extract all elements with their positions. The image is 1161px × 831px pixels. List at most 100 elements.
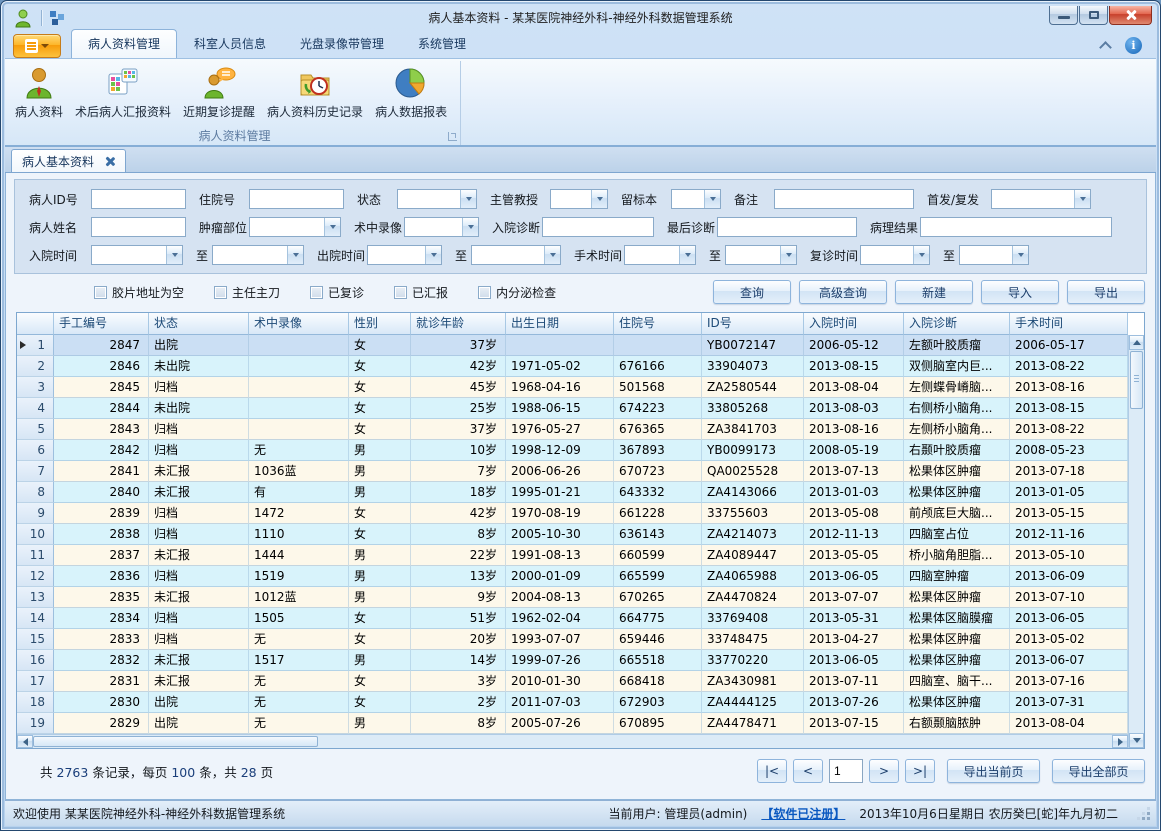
checkbox-chief-surgeon[interactable]: 主任主刀 <box>214 284 280 301</box>
table-row[interactable]: 182830出院无女2岁2011-07-03672903ZA4444125201… <box>17 692 1128 713</box>
next-page-button[interactable]: > <box>869 759 899 783</box>
row-number-cell[interactable]: 6 <box>17 440 54 461</box>
table-row[interactable]: 92839归档1472女42岁1970-08-19661228337556032… <box>17 503 1128 524</box>
table-row[interactable]: 12847出院女37岁YB00721472006-05-12左额叶胶质瘤2006… <box>17 335 1128 356</box>
row-number-cell[interactable]: 16 <box>17 650 54 671</box>
remark-input[interactable] <box>774 189 914 209</box>
patient-report-button[interactable]: 病人数据报表 <box>369 64 453 122</box>
column-header-admit-time[interactable]: 入院时间 <box>804 313 904 335</box>
row-number-cell[interactable]: 11 <box>17 545 54 566</box>
table-row[interactable]: 162832未汇报1517男14岁1999-07-266655183377022… <box>17 650 1128 671</box>
prev-page-button[interactable]: < <box>793 759 823 783</box>
horizontal-scrollbar[interactable] <box>17 734 1128 748</box>
column-header-id[interactable]: ID号 <box>702 313 804 335</box>
revisit-reminder-button[interactable]: 近期复诊提醒 <box>177 64 261 122</box>
admission-no-input[interactable] <box>249 189 344 209</box>
resize-grip-icon[interactable] <box>1138 808 1150 820</box>
row-number-cell[interactable]: 15 <box>17 629 54 650</box>
patient-name-input[interactable] <box>91 217 186 237</box>
patient-id-input[interactable] <box>91 189 186 209</box>
column-header-admit-diagnosis[interactable]: 入院诊断 <box>904 313 1010 335</box>
close-tab-icon[interactable] <box>104 156 115 167</box>
table-row[interactable]: 32845归档女45岁1968-04-16501568ZA25805442013… <box>17 377 1128 398</box>
surgery-time-to-combo[interactable] <box>725 245 797 265</box>
collapse-ribbon-icon[interactable] <box>1101 43 1111 49</box>
document-tab-patient-basic-info[interactable]: 病人基本资料 <box>11 149 126 172</box>
column-header-status[interactable]: 状态 <box>149 313 249 335</box>
postop-report-button[interactable]: 术后病人汇报资料 <box>69 64 177 122</box>
row-number-cell[interactable]: 5 <box>17 419 54 440</box>
row-number-cell[interactable]: 8 <box>17 482 54 503</box>
table-row[interactable]: 82840未汇报有男18岁1995-01-21643332ZA414306620… <box>17 482 1128 503</box>
row-number-cell[interactable]: 12 <box>17 566 54 587</box>
scroll-left-icon[interactable] <box>17 735 33 748</box>
row-number-cell[interactable]: 7 <box>17 461 54 482</box>
new-button[interactable]: 新建 <box>895 280 973 304</box>
table-row[interactable]: 192829出院无男8岁2005-07-26670895ZA4478471201… <box>17 713 1128 734</box>
table-row[interactable]: 132835未汇报1012蓝男9岁2004-08-13670265ZA44708… <box>17 587 1128 608</box>
license-status-link[interactable]: 【软件已注册】 <box>761 805 845 822</box>
info-icon[interactable]: i <box>1125 37 1142 54</box>
table-row[interactable]: 112837未汇报1444男22岁1991-08-13660599ZA40894… <box>17 545 1128 566</box>
table-row[interactable]: 142834归档1505女51岁1962-02-0466477533769408… <box>17 608 1128 629</box>
ribbon-tab-staff-info[interactable]: 科室人员信息 <box>177 29 283 58</box>
vertical-scrollbar[interactable] <box>1128 335 1144 748</box>
professor-combo[interactable] <box>550 189 608 209</box>
import-button[interactable]: 导入 <box>981 280 1059 304</box>
pathology-input[interactable] <box>920 217 1112 237</box>
row-number-cell[interactable]: 10 <box>17 524 54 545</box>
table-row[interactable]: 102838归档1110女8岁2005-10-30636143ZA4214073… <box>17 524 1128 545</box>
table-row[interactable]: 72841未汇报1036蓝男7岁2006-06-26670723QA002552… <box>17 461 1128 482</box>
column-header-age[interactable]: 就诊年龄 <box>411 313 506 335</box>
close-button[interactable] <box>1109 6 1152 25</box>
row-number-cell[interactable]: 13 <box>17 587 54 608</box>
page-input[interactable] <box>829 759 863 783</box>
revisit-time-to-combo[interactable] <box>959 245 1029 265</box>
query-button[interactable]: 查询 <box>713 280 791 304</box>
status-combo[interactable] <box>397 189 477 209</box>
column-header-indicator[interactable] <box>17 313 54 335</box>
discharge-time-from-combo[interactable] <box>367 245 442 265</box>
table-row[interactable]: 152833归档无女20岁1993-07-0765944633748475201… <box>17 629 1128 650</box>
first-recur-combo[interactable] <box>991 189 1091 209</box>
row-number-cell[interactable]: 4 <box>17 398 54 419</box>
patient-data-button[interactable]: 病人资料 <box>9 64 69 122</box>
export-current-page-button[interactable]: 导出当前页 <box>947 759 1040 783</box>
checkbox-film-address-empty[interactable]: 胶片地址为空 <box>94 284 184 301</box>
discharge-time-to-combo[interactable] <box>471 245 561 265</box>
horizontal-scroll-thumb[interactable] <box>33 736 318 747</box>
scroll-up-icon[interactable] <box>1129 335 1144 350</box>
scroll-down-icon[interactable] <box>1129 733 1144 748</box>
first-page-button[interactable]: |< <box>757 759 787 783</box>
maximize-button[interactable] <box>1079 6 1108 25</box>
admit-time-to-combo[interactable] <box>212 245 304 265</box>
final-diagnosis-input[interactable] <box>717 217 857 237</box>
surgery-video-combo[interactable] <box>404 217 479 237</box>
surgery-time-from-combo[interactable] <box>624 245 696 265</box>
dialog-launcher-icon[interactable] <box>448 132 457 141</box>
row-number-cell[interactable]: 19 <box>17 713 54 734</box>
quick-access-icon[interactable] <box>48 9 66 27</box>
column-header-surgery-time[interactable]: 手术时间 <box>1010 313 1128 335</box>
row-number-cell[interactable]: 18 <box>17 692 54 713</box>
table-row[interactable]: 122836归档1519男13岁2000-01-09665599ZA406598… <box>17 566 1128 587</box>
ribbon-tab-patient-management[interactable]: 病人资料管理 <box>71 29 177 58</box>
column-header-admission-no[interactable]: 住院号 <box>614 313 702 335</box>
checkbox-reported[interactable]: 已汇报 <box>394 284 448 301</box>
row-number-cell[interactable]: 9 <box>17 503 54 524</box>
last-page-button[interactable]: >| <box>905 759 935 783</box>
row-number-cell[interactable]: 14 <box>17 608 54 629</box>
checkbox-revisited[interactable]: 已复诊 <box>310 284 364 301</box>
table-row[interactable]: 172831未汇报无女3岁2010-01-30668418ZA343098120… <box>17 671 1128 692</box>
admit-diagnosis-input[interactable] <box>542 217 654 237</box>
row-number-cell[interactable]: 2 <box>17 356 54 377</box>
revisit-time-from-combo[interactable] <box>860 245 930 265</box>
ribbon-tab-system[interactable]: 系统管理 <box>401 29 483 58</box>
column-header-birth-date[interactable]: 出生日期 <box>506 313 614 335</box>
application-menu-button[interactable] <box>13 34 61 58</box>
export-all-pages-button[interactable]: 导出全部页 <box>1052 759 1145 783</box>
row-number-cell[interactable]: 3 <box>17 377 54 398</box>
scroll-right-icon[interactable] <box>1112 735 1128 748</box>
table-row[interactable]: 52843归档女37岁1976-05-27676365ZA38417032013… <box>17 419 1128 440</box>
minimize-button[interactable] <box>1049 6 1078 25</box>
